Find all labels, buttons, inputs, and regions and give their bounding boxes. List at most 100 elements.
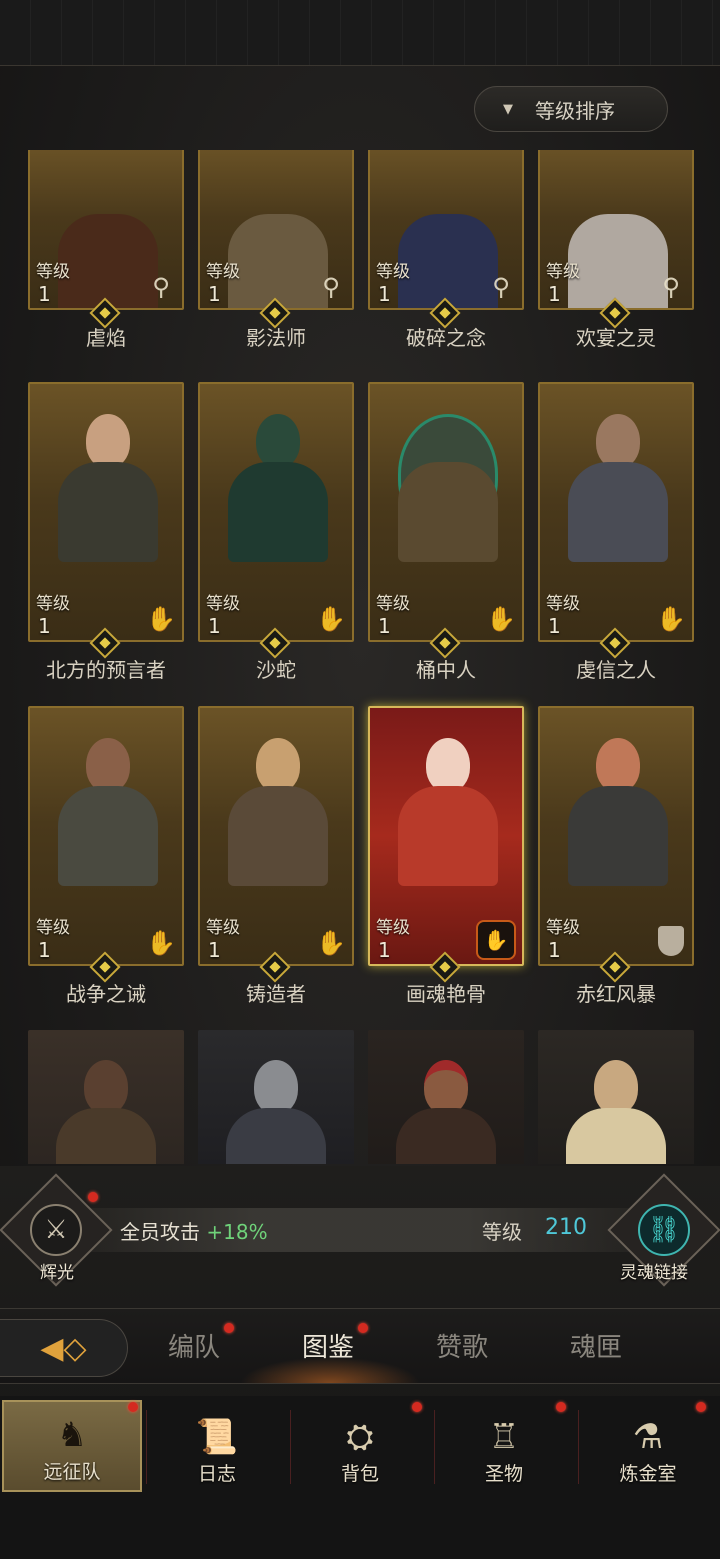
hero-portrait: 等级 1 ✋ xyxy=(28,382,184,642)
level-value: 1 xyxy=(378,614,391,638)
hero-figure xyxy=(226,1050,326,1164)
hero-figure xyxy=(568,728,668,886)
level-value: 1 xyxy=(378,282,391,306)
nav-relics[interactable]: ♖ 圣物 xyxy=(434,1400,574,1492)
hero-figure xyxy=(56,1050,156,1164)
level-label: 等级 xyxy=(36,262,70,282)
hero-name: 虐焰 xyxy=(86,326,126,350)
hero-figure xyxy=(398,404,498,562)
bonus-text: 全员攻击 +18% xyxy=(120,1216,268,1245)
hero-portrait xyxy=(538,1030,694,1164)
hero-figure xyxy=(228,156,328,308)
hero-figure xyxy=(398,728,498,886)
tab-hymn[interactable]: 赞歌 xyxy=(436,1327,488,1364)
hero-portrait: 等级 1 ⚲ xyxy=(538,150,694,310)
fire-hand-icon: ✋ xyxy=(476,920,516,960)
notification-dot xyxy=(556,1402,566,1412)
hero-name: 桶中人 xyxy=(416,658,476,682)
notification-dot xyxy=(696,1402,706,1412)
bonus-label: 全员攻击 xyxy=(120,1220,200,1244)
hero-figure xyxy=(566,1050,666,1164)
level-label: 等级 xyxy=(36,594,70,614)
level-value: 1 xyxy=(38,938,51,962)
hero-portrait: 等级 1 ⚲ xyxy=(28,150,184,310)
hero-name: 战争之诫 xyxy=(66,982,146,1006)
level-label: 等级 xyxy=(36,918,70,938)
hand-icon: ✋ xyxy=(316,605,346,633)
notification-dot xyxy=(358,1323,368,1333)
notification-dot xyxy=(224,1323,234,1333)
caret-down-icon: ▼ xyxy=(503,101,513,117)
hand-icon: ✋ xyxy=(316,929,346,957)
hero-figure xyxy=(568,404,668,562)
hand-icon: ✋ xyxy=(486,605,516,633)
sort-label: 等级排序 xyxy=(535,98,615,123)
level-label: 等级 xyxy=(206,594,240,614)
hero-figure xyxy=(398,156,498,308)
level-value: 1 xyxy=(548,938,561,962)
back-arrow-icon[interactable]: ◀◇ xyxy=(0,1319,128,1377)
nav-label: 背包 xyxy=(340,1463,379,1485)
key-icon: ⚲ xyxy=(662,273,680,301)
hero-portrait: 等级 1 ✋ xyxy=(368,706,524,966)
level-label: 等级 xyxy=(376,262,410,282)
hero-name: 破碎之念 xyxy=(406,326,486,350)
tab-formation[interactable]: 编队 xyxy=(168,1327,220,1364)
top-ornament-border xyxy=(0,0,720,66)
notification-dot xyxy=(88,1192,98,1202)
link-icon: ⛓ xyxy=(638,1204,690,1256)
hero-grid: 等级 1 ⚲ 虐焰 等级 1 ⚲ 影法师 等级 1 ⚲ 破碎之念 等级 1 ⚲ … xyxy=(0,150,720,1164)
level-value: 1 xyxy=(548,614,561,638)
nav-expedition[interactable]: ♞ 远征队 xyxy=(2,1400,142,1492)
level-value: 1 xyxy=(548,282,561,306)
nav-label: 圣物 xyxy=(484,1463,523,1485)
viking-helmet-icon: ♞ xyxy=(56,1415,88,1455)
hero-figure xyxy=(568,156,668,308)
hero-portrait: 等级 1 xyxy=(538,706,694,966)
notification-dot xyxy=(128,1402,138,1412)
hero-name: 画魂艳骨 xyxy=(406,982,486,1006)
hero-portrait: 等级 1 ✋ xyxy=(198,706,354,966)
level-label: 等级 xyxy=(206,262,240,282)
level-label: 等级 xyxy=(206,918,240,938)
hero-name: 赤红风暴 xyxy=(576,982,656,1006)
hero-name: 影法师 xyxy=(246,326,306,350)
hero-figure xyxy=(58,156,158,308)
bonus-value: +18% xyxy=(206,1220,268,1244)
sort-dropdown[interactable]: ▼ 等级排序 xyxy=(474,86,668,132)
tab-soul-box[interactable]: 魂匣 xyxy=(570,1327,622,1364)
soul-level-value: 210 xyxy=(545,1215,587,1240)
nav-backpack[interactable]: ⛭ 背包 xyxy=(290,1400,430,1492)
level-value: 1 xyxy=(38,614,51,638)
level-label: 等级 xyxy=(546,918,580,938)
key-icon: ⚲ xyxy=(492,273,510,301)
hero-portrait: 等级 1 ⚲ xyxy=(198,150,354,310)
sword-icon: ⚔ xyxy=(29,1204,82,1256)
level-value: 1 xyxy=(208,938,221,962)
notification-dot xyxy=(412,1402,422,1412)
level-label: 等级 xyxy=(376,594,410,614)
nav-journal[interactable]: 📜 日志 xyxy=(147,1400,287,1492)
chalice-icon: ♖ xyxy=(488,1417,520,1457)
alchemy-icon: ⚗ xyxy=(632,1417,664,1457)
level-label: 等级 xyxy=(546,262,580,282)
nav-alchemy[interactable]: ⚗ 炼金室 xyxy=(578,1400,718,1492)
hero-figure xyxy=(58,728,158,886)
hand-icon: ✋ xyxy=(146,605,176,633)
backpack-icon: ⛭ xyxy=(346,1417,374,1457)
hero-figure xyxy=(228,404,328,562)
bonus-strip: ⚔ 辉光 全员攻击 +18% 等级 210 ⛓ 灵魂链接 xyxy=(0,1173,720,1287)
bottom-nav: ♞ 远征队 📜 日志 ⛭ 背包 ♖ 圣物 ⚗ 炼金室 xyxy=(0,1396,720,1559)
hero-portrait: 等级 1 ✋ xyxy=(538,382,694,642)
level-value: 1 xyxy=(208,282,221,306)
active-tab-glow xyxy=(240,1357,420,1383)
hero-portrait: 等级 1 ✋ xyxy=(198,382,354,642)
level-value: 1 xyxy=(38,282,51,306)
hero-name: 虔信之人 xyxy=(576,658,656,682)
hero-figure xyxy=(396,1050,496,1164)
hero-name: 沙蛇 xyxy=(256,658,296,682)
level-label: 等级 xyxy=(546,594,580,614)
hero-portrait: 等级 1 ⚲ xyxy=(368,150,524,310)
soul-level-label: 等级 xyxy=(482,1220,522,1244)
key-icon: ⚲ xyxy=(322,273,340,301)
